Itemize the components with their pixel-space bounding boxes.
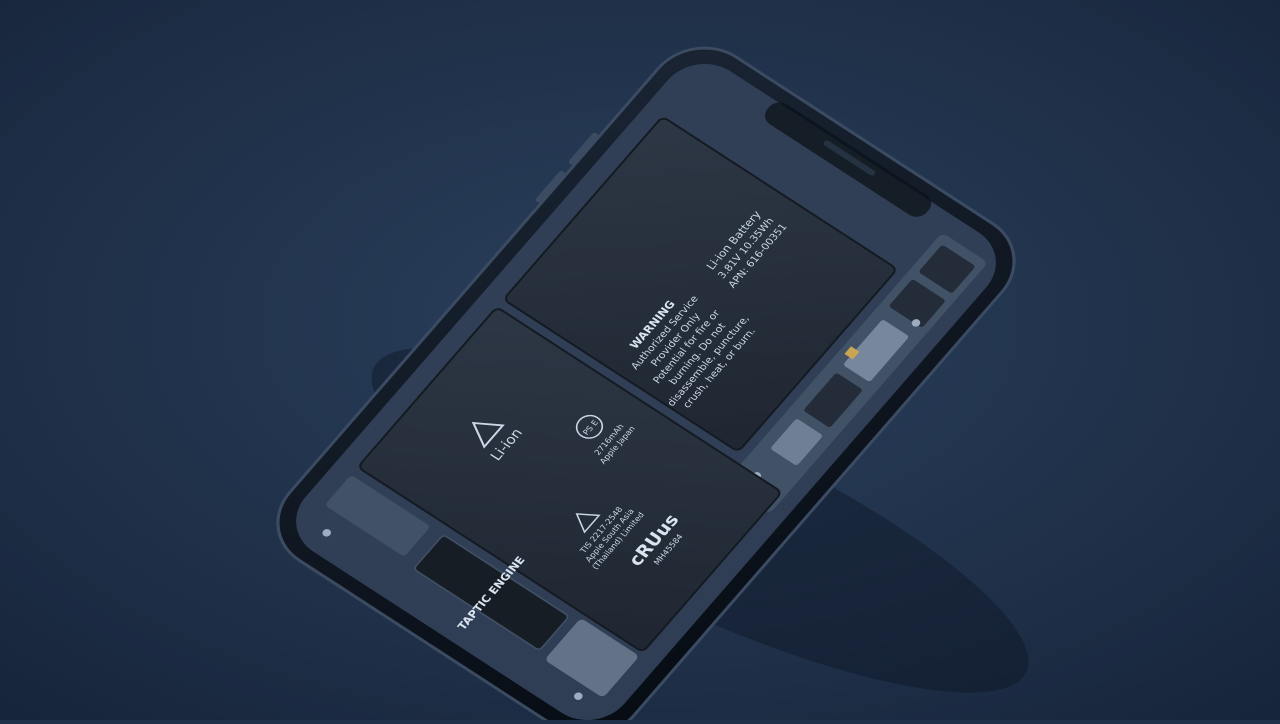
- photo-scene: Li-ion Battery 3.81V 10.35Wh APN: 616-00…: [0, 0, 1280, 724]
- phone-photo: Li-ion Battery 3.81V 10.35Wh APN: 616-00…: [0, 0, 1280, 724]
